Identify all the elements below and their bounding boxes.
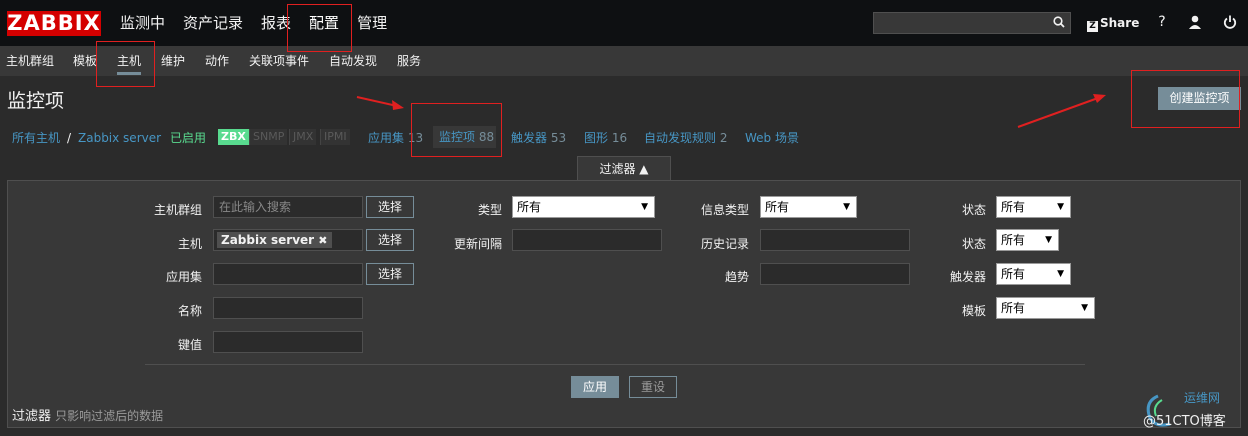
annotation-arrow-line — [356, 96, 398, 107]
watermark-text: @51CTO博客 — [1143, 414, 1226, 429]
annotation-arrow-line — [1017, 97, 1099, 128]
annotation-arrows — [356, 94, 1106, 128]
annotation-arrowhead — [392, 100, 404, 110]
watermark-site: 运维网 — [1184, 391, 1221, 405]
